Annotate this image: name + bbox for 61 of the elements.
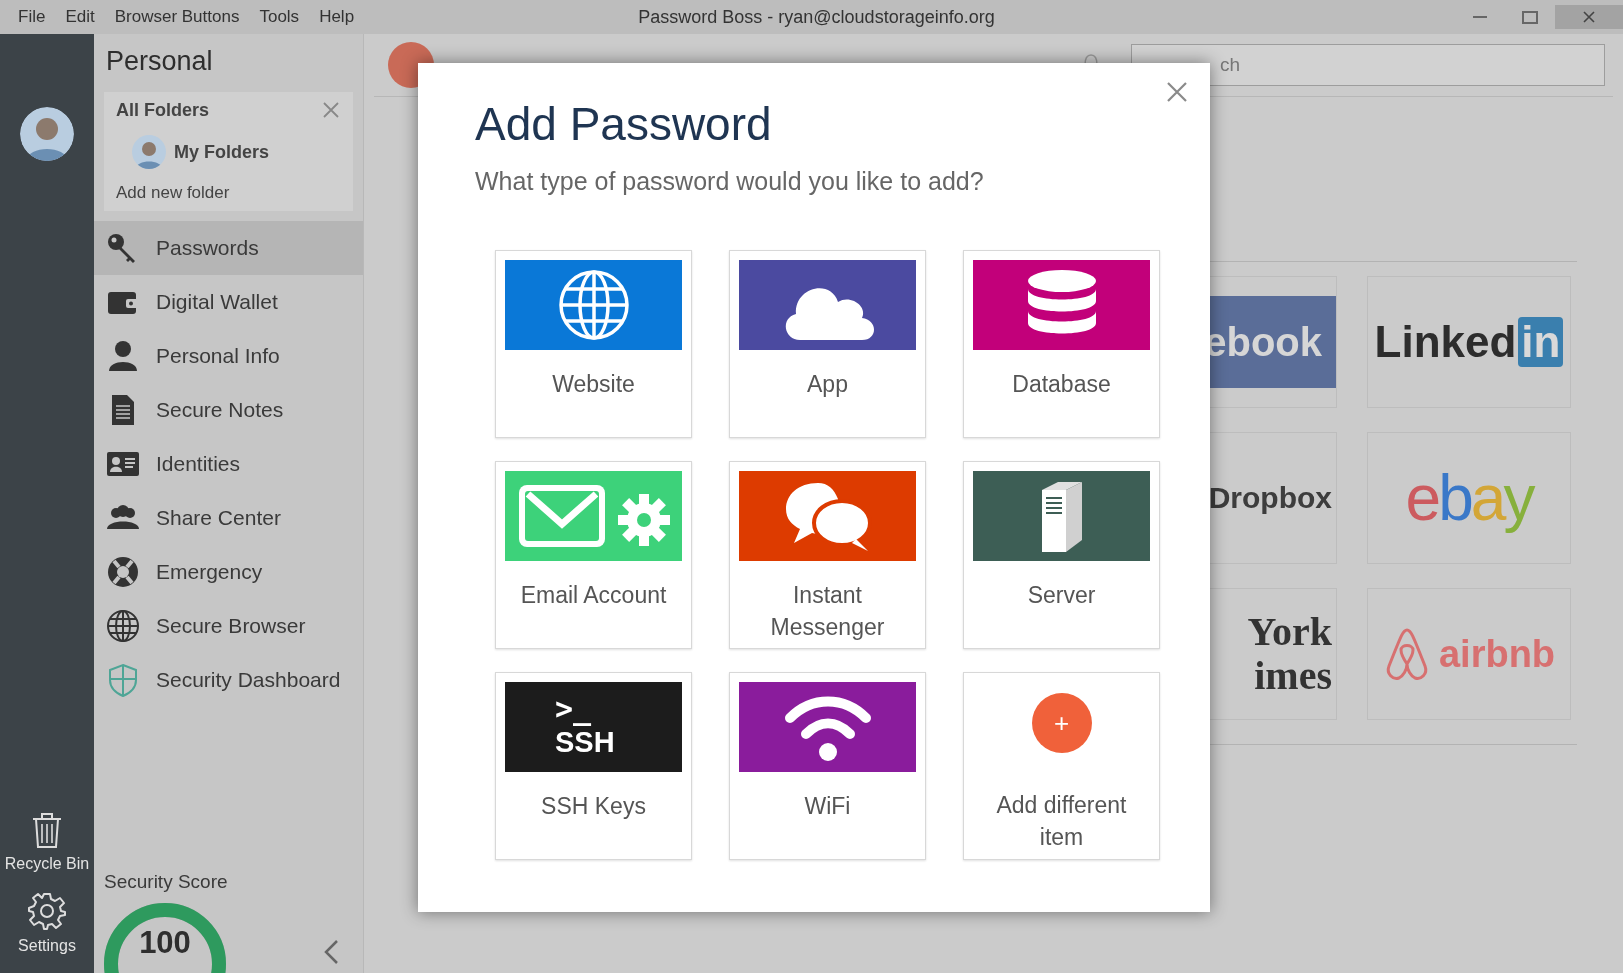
- close-button[interactable]: [1555, 5, 1623, 29]
- password-type-tile[interactable]: Website: [495, 250, 692, 438]
- logo-text: airbnb: [1438, 632, 1556, 676]
- nav-item[interactable]: Secure Notes: [94, 383, 363, 437]
- logo-badge: in: [1518, 317, 1564, 367]
- minimize-icon: [1473, 16, 1487, 18]
- logo-text: imes: [1254, 654, 1333, 698]
- maximize-icon: [1522, 10, 1538, 24]
- nav-item[interactable]: Share Center: [94, 491, 363, 545]
- menu-item[interactable]: Tools: [249, 7, 310, 27]
- password-type-tile[interactable]: App: [729, 250, 926, 438]
- rail-recycle-bin-button[interactable]: Recycle Bin: [4, 809, 90, 873]
- close-icon: [1166, 81, 1188, 103]
- close-icon[interactable]: [323, 102, 339, 118]
- password-type-tile[interactable]: Server: [963, 461, 1160, 649]
- menu-item[interactable]: Browser Buttons: [104, 7, 250, 27]
- folder-item[interactable]: My Folders: [174, 141, 270, 163]
- logo-text: Dropbox: [1208, 481, 1333, 514]
- add-folder-link[interactable]: Add new folder: [116, 183, 341, 203]
- globe-icon: [106, 609, 140, 643]
- password-type-tile[interactable]: Instant Messenger: [729, 461, 926, 649]
- dialog-title: Add Password: [475, 97, 773, 151]
- globe-icon: [557, 269, 630, 341]
- lifebuoy-icon: [106, 555, 140, 589]
- logo-text: Linked: [1374, 317, 1517, 367]
- rail-settings-button[interactable]: Settings: [18, 891, 76, 955]
- settings-icon: [27, 891, 67, 931]
- collapse-icon[interactable]: [323, 939, 339, 965]
- logo-text: ebook: [1204, 319, 1323, 365]
- menu-item[interactable]: File: [8, 7, 56, 27]
- close-icon: [1583, 11, 1595, 23]
- folder-heading[interactable]: All Folders: [116, 100, 341, 121]
- folder-avatar: [132, 135, 166, 169]
- nav-item[interactable]: Emergency: [94, 545, 363, 599]
- nav-item[interactable]: Passwords: [94, 221, 363, 275]
- security-score-value: 100: [138, 925, 192, 961]
- password-type-tile[interactable]: WiFi: [729, 672, 926, 860]
- menu-item[interactable]: Edit: [55, 7, 105, 27]
- banner-text: SSH: [555, 726, 615, 760]
- sidebar-title: Personal: [105, 45, 214, 78]
- nav-item[interactable]: Security Dashboard: [94, 653, 363, 707]
- password-type-tile[interactable]: >_ SSH SSH Keys: [495, 672, 692, 860]
- person-icon: [106, 339, 140, 373]
- nav-item[interactable]: Personal Info: [94, 329, 363, 383]
- password-type-tile[interactable]: Email Account: [495, 461, 692, 649]
- shield-icon: [106, 663, 140, 697]
- nav-item[interactable]: Identities: [94, 437, 363, 491]
- plus-badge: +: [1031, 693, 1092, 753]
- logo-text: ebay: [1405, 462, 1533, 534]
- nav-item[interactable]: Secure Browser: [94, 599, 363, 653]
- nav-item[interactable]: Digital Wallet: [94, 275, 363, 329]
- avatar[interactable]: [20, 107, 74, 161]
- dialog-subtitle: What type of password would you like to add?: [475, 167, 985, 196]
- add-item-tile[interactable]: + Add different item: [963, 672, 1160, 860]
- password-type-tile[interactable]: Database: [963, 250, 1160, 438]
- security-score-label: Security Score: [104, 871, 229, 893]
- terminal-prompt: >_: [555, 694, 592, 724]
- menu-item[interactable]: Help: [309, 7, 365, 27]
- window-title: Password Boss - ryan@cloudstorageinfo.org: [638, 6, 995, 27]
- logo-card[interactable]: Linked in: [1367, 276, 1571, 408]
- logo-text: York: [1247, 610, 1333, 654]
